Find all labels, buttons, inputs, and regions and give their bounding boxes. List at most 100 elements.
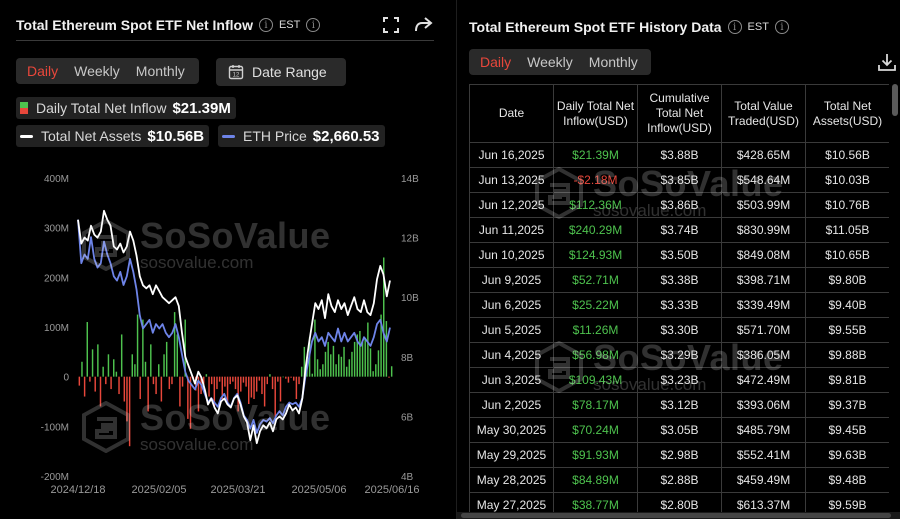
scroll-thumb[interactable] <box>461 513 891 518</box>
tab-weekly[interactable]: Weekly <box>519 49 581 75</box>
table-row[interactable]: Jun 6,2025 $25.22M $3.33B $339.49M $9.40B <box>469 292 889 318</box>
row-date: Jun 3,2025 <box>469 367 554 393</box>
share-icon[interactable] <box>411 13 435 37</box>
legend-inflow-value: $21.39M <box>172 99 231 117</box>
y-left-tick-label: 400M <box>44 174 69 185</box>
table-body: Jun 16,2025 $21.39M $3.88B $428.65M $10.56B J… <box>469 142 889 518</box>
inflow-bar-positive <box>332 345 335 377</box>
col-net-assets[interactable]: Total Net Assets(USD) <box>805 84 889 143</box>
inflow-bar-negative <box>168 376 171 390</box>
info-icon[interactable]: i <box>306 18 321 32</box>
y-left-tick-label: -100M <box>41 422 69 433</box>
inflow-bar-negative <box>253 376 255 400</box>
inflow-bar-negative <box>128 376 131 447</box>
y-left-tick-label: 100M <box>44 323 69 334</box>
tab-monthly[interactable]: Monthly <box>128 58 193 84</box>
legend-daily-inflow[interactable]: Daily Total Net Inflow $21.39M <box>16 97 236 119</box>
horizontal-scrollbar[interactable] <box>457 512 900 519</box>
legend-eth-price[interactable]: ETH Price $2,660.53 <box>218 125 385 147</box>
inflow-bar-positive <box>282 376 284 378</box>
col-date[interactable]: Date <box>469 84 554 143</box>
row-net-assets: $9.81B <box>805 367 889 393</box>
inflow-bar-negative <box>171 376 173 385</box>
col-daily-inflow[interactable]: Daily Total Net Inflow(USD) <box>553 84 638 143</box>
inflow-bar-positive <box>91 349 94 377</box>
inflow-bar-negative <box>94 376 96 392</box>
row-cumulative-inflow: $3.30B <box>637 317 722 343</box>
y-right-tick-label: 8B <box>401 353 414 364</box>
legend-assets-label: Total Net Assets <box>41 128 142 144</box>
row-date: Jun 12,2025 <box>469 192 554 218</box>
inflow-bar-negative <box>216 376 218 390</box>
info-icon[interactable]: i <box>727 20 742 34</box>
row-daily-inflow: $21.39M <box>553 142 638 168</box>
table-row[interactable]: Jun 2,2025 $78.17M $3.12B $393.06M $9.37B <box>469 392 889 418</box>
row-date: May 30,2025 <box>469 417 554 443</box>
row-date: Jun 16,2025 <box>469 142 554 168</box>
row-value-traded: $485.79M <box>721 417 806 443</box>
row-daily-inflow: $112.36M <box>553 192 638 218</box>
row-value-traded: $552.41M <box>721 442 806 468</box>
table-row[interactable]: Jun 13,2025 -$2.18M $3.85B $548.64M $10.03B <box>469 167 889 193</box>
col-cumulative-inflow[interactable]: Cumulative Total Net Inflow(USD) <box>637 84 722 143</box>
x-tick-label: 2025/02/05 <box>131 484 186 496</box>
inflow-bar-positive <box>377 350 380 377</box>
table-row[interactable]: Jun 4,2025 $56.98M $3.29B $386.05M $9.88B <box>469 342 889 368</box>
table-row[interactable]: May 29,2025 $91.93M $2.98B $552.41M $9.63B <box>469 442 889 468</box>
history-table-container[interactable]: Date Daily Total Net Inflow(USD) Cumulat… <box>469 84 889 519</box>
tab-weekly[interactable]: Weekly <box>66 58 128 84</box>
tab-daily[interactable]: Daily <box>472 49 519 75</box>
history-panel-title: Total Ethereum Spot ETF History Data i E… <box>469 19 789 35</box>
row-value-traded: $459.49M <box>721 467 806 493</box>
row-cumulative-inflow: $3.12B <box>637 392 722 418</box>
inflow-bar-negative <box>126 376 128 422</box>
y-right-tick-label: 4B <box>401 472 414 483</box>
tab-daily[interactable]: Daily <box>19 58 66 84</box>
row-cumulative-inflow: $3.29B <box>637 342 722 368</box>
inflow-bar-negative <box>240 376 242 392</box>
tab-monthly[interactable]: Monthly <box>581 49 646 75</box>
inflow-bar-negative <box>229 376 231 385</box>
row-net-assets: $11.05B <box>805 217 889 243</box>
inflow-bar-negative <box>274 376 276 419</box>
row-daily-inflow: $124.93M <box>553 242 638 268</box>
table-row[interactable]: Jun 11,2025 $240.29M $3.74B $830.99M $11.05B <box>469 217 889 243</box>
row-value-traded: $386.05M <box>721 342 806 368</box>
inflow-bar-positive <box>359 330 361 377</box>
inflow-bar-negative <box>89 376 91 382</box>
inflow-bar-negative <box>255 376 258 392</box>
inflow-bar-negative <box>224 376 226 387</box>
table-row[interactable]: Jun 12,2025 $112.36M $3.86B $503.99M $10.76B <box>469 192 889 218</box>
fullscreen-icon[interactable] <box>379 13 403 37</box>
row-daily-inflow: $109.43M <box>553 367 638 393</box>
inflow-bar-negative <box>155 376 157 395</box>
table-row[interactable]: Jun 10,2025 $124.93M $3.50B $849.08M $10.65B <box>469 242 889 268</box>
history-title-text: Total Ethereum Spot ETF History Data <box>469 19 722 35</box>
download-icon[interactable] <box>875 50 899 74</box>
vertical-scrollbar[interactable] <box>892 84 898 116</box>
row-daily-inflow: $52.71M <box>553 267 638 293</box>
col-value-traded[interactable]: Total Value Traded(USD) <box>721 84 806 143</box>
table-row[interactable]: May 30,2025 $70.24M $3.05B $485.79M $9.45B <box>469 417 889 443</box>
row-daily-inflow: $240.29M <box>553 217 638 243</box>
inflow-bar-negative <box>261 376 263 395</box>
row-net-assets: $9.88B <box>805 342 889 368</box>
history-table: Date Daily Total Net Inflow(USD) Cumulat… <box>469 84 889 518</box>
info-icon[interactable]: i <box>774 20 789 34</box>
inflow-bar-positive <box>324 351 327 377</box>
table-row[interactable]: Jun 9,2025 $52.71M $3.38B $398.71M $9.80B <box>469 267 889 293</box>
table-row[interactable]: May 28,2025 $84.89M $2.88B $459.49M $9.48B <box>469 467 889 493</box>
table-row[interactable]: Jun 5,2025 $11.26M $3.30B $571.70M $9.55B <box>469 317 889 343</box>
inflow-title-text: Total Ethereum Spot ETF Net Inflow <box>16 17 253 33</box>
table-row[interactable]: Jun 16,2025 $21.39M $3.88B $428.65M $10.56B <box>469 142 889 168</box>
row-daily-inflow: $78.17M <box>553 392 638 418</box>
inflow-bar-negative <box>295 376 298 400</box>
info-icon[interactable]: i <box>258 18 273 32</box>
date-range-button[interactable]: 12 Date Range <box>216 58 346 86</box>
table-row[interactable]: Jun 3,2025 $109.43M $3.23B $472.49M $9.81B <box>469 367 889 393</box>
row-daily-inflow: $56.98M <box>553 342 638 368</box>
title-divider <box>16 40 434 41</box>
x-tick-label: 2025/06/16 <box>364 484 419 496</box>
legend-net-assets[interactable]: Total Net Assets $10.56B <box>16 125 210 147</box>
inflow-bar-negative <box>147 376 149 412</box>
